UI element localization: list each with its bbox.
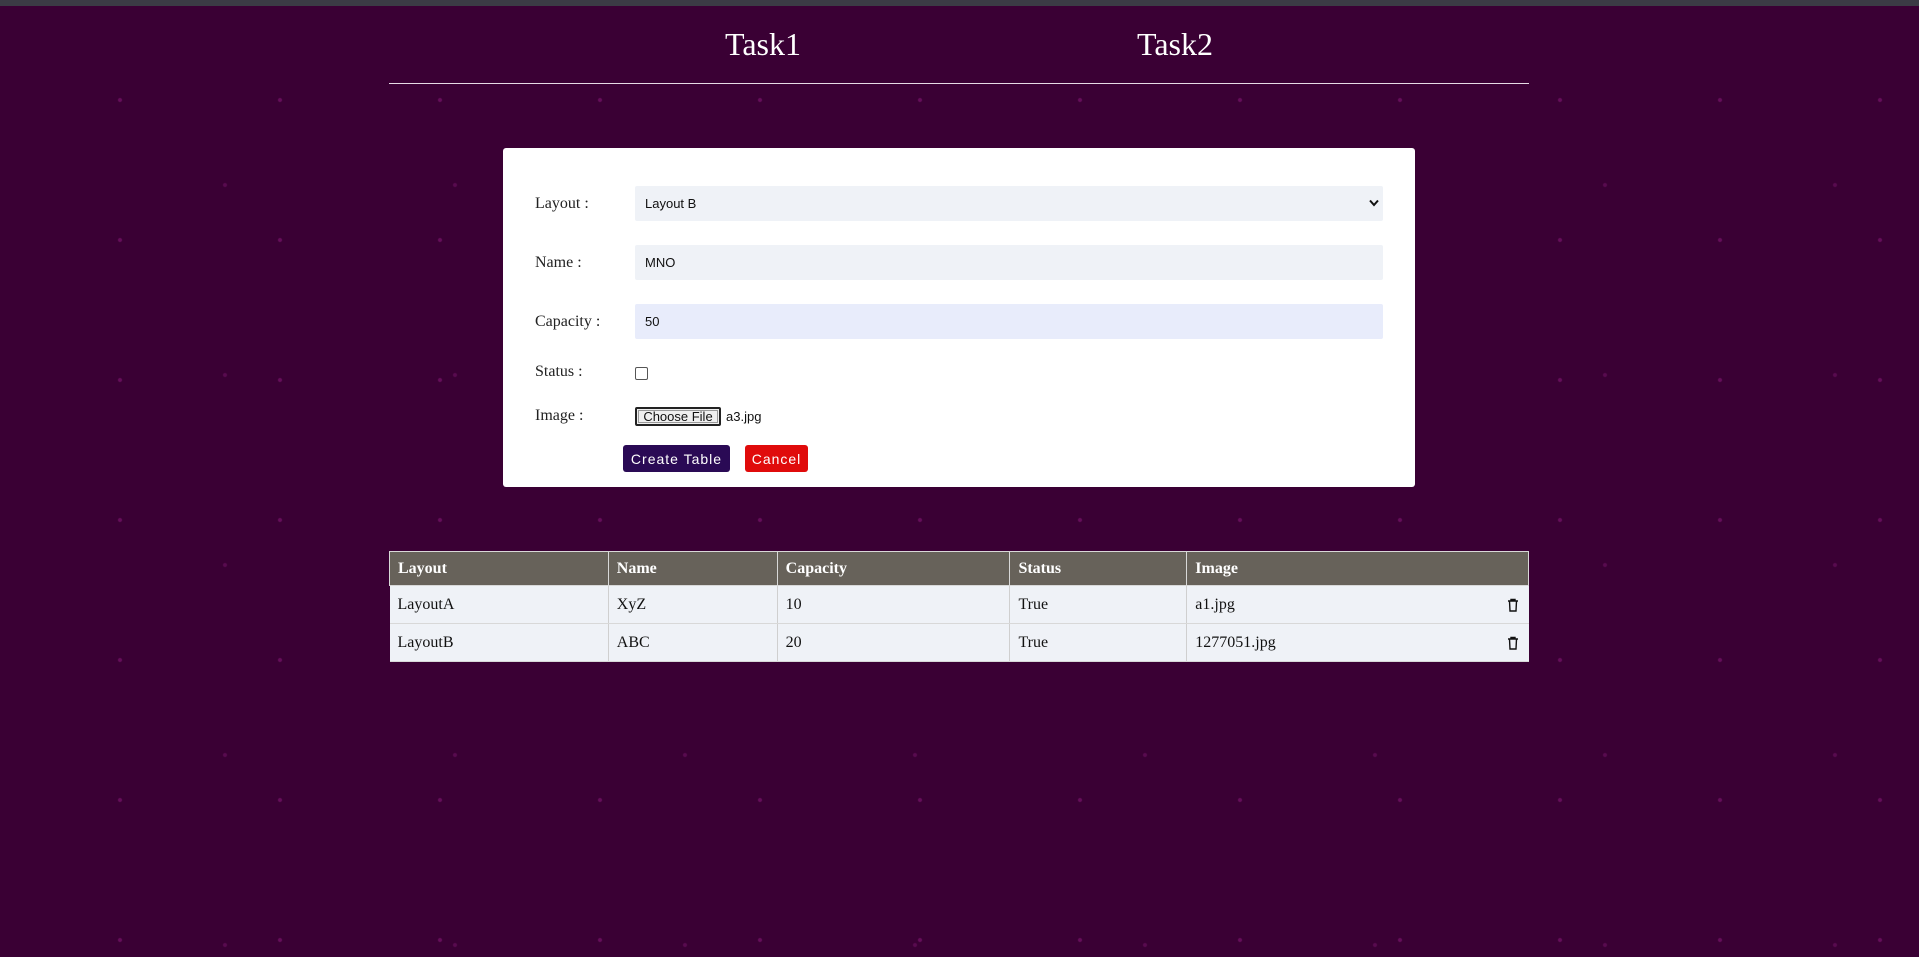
chevron-down-icon: [1369, 196, 1379, 210]
layout-label: Layout :: [535, 195, 589, 212]
cell-name: XyZ: [608, 585, 778, 624]
trash-icon[interactable]: [1507, 636, 1519, 650]
cell-status: True: [1009, 585, 1188, 624]
column-header-name: Name: [607, 551, 778, 586]
cell-name: ABC: [608, 623, 778, 662]
column-header-status: Status: [1009, 551, 1188, 586]
cancel-button[interactable]: Cancel: [745, 445, 808, 472]
top-nav: Task1 Task2: [389, 6, 1529, 84]
cell-capacity: 20: [777, 623, 1011, 662]
column-header-layout: Layout: [389, 551, 609, 586]
capacity-label: Capacity :: [535, 313, 601, 330]
cell-layout: LayoutB: [389, 623, 609, 662]
table-row: LayoutB ABC 20 True 1277051.jpg: [389, 623, 1529, 662]
capacity-input[interactable]: 50: [635, 304, 1383, 339]
nav-task1[interactable]: Task1: [725, 26, 801, 63]
name-input[interactable]: MNO: [635, 245, 1383, 280]
table-header-row: Layout Name Capacity Status Image: [389, 551, 1529, 586]
tables-list: Layout Name Capacity Status Image Layout…: [389, 551, 1529, 662]
nav-task2[interactable]: Task2: [1137, 26, 1213, 63]
name-input-value: MNO: [645, 255, 676, 270]
trash-icon[interactable]: [1507, 598, 1519, 612]
image-label: Image :: [535, 407, 584, 424]
create-table-form: Layout : Layout B Name : MNO Capacity : …: [503, 148, 1415, 487]
cell-image-text: 1277051.jpg: [1195, 633, 1276, 651]
cell-layout: LayoutA: [389, 585, 609, 624]
capacity-input-value: 50: [645, 314, 660, 329]
status-label: Status :: [535, 363, 583, 380]
choose-file-button[interactable]: Choose File: [635, 407, 721, 426]
table-row: LayoutA XyZ 10 True a1.jpg: [389, 585, 1529, 624]
cell-capacity: 10: [777, 585, 1011, 624]
column-header-image: Image: [1186, 551, 1529, 586]
cell-image-text: a1.jpg: [1195, 595, 1235, 613]
status-checkbox[interactable]: [635, 367, 648, 380]
cell-image: a1.jpg: [1186, 585, 1529, 624]
layout-select-value: Layout B: [645, 196, 697, 211]
layout-select[interactable]: Layout B: [635, 186, 1383, 221]
cell-image: 1277051.jpg: [1186, 623, 1529, 662]
cell-status: True: [1009, 623, 1188, 662]
name-label: Name :: [535, 254, 582, 271]
create-table-button[interactable]: Create Table: [623, 445, 730, 472]
column-header-capacity: Capacity: [776, 551, 1011, 586]
selected-file-name: a3.jpg: [726, 409, 762, 424]
